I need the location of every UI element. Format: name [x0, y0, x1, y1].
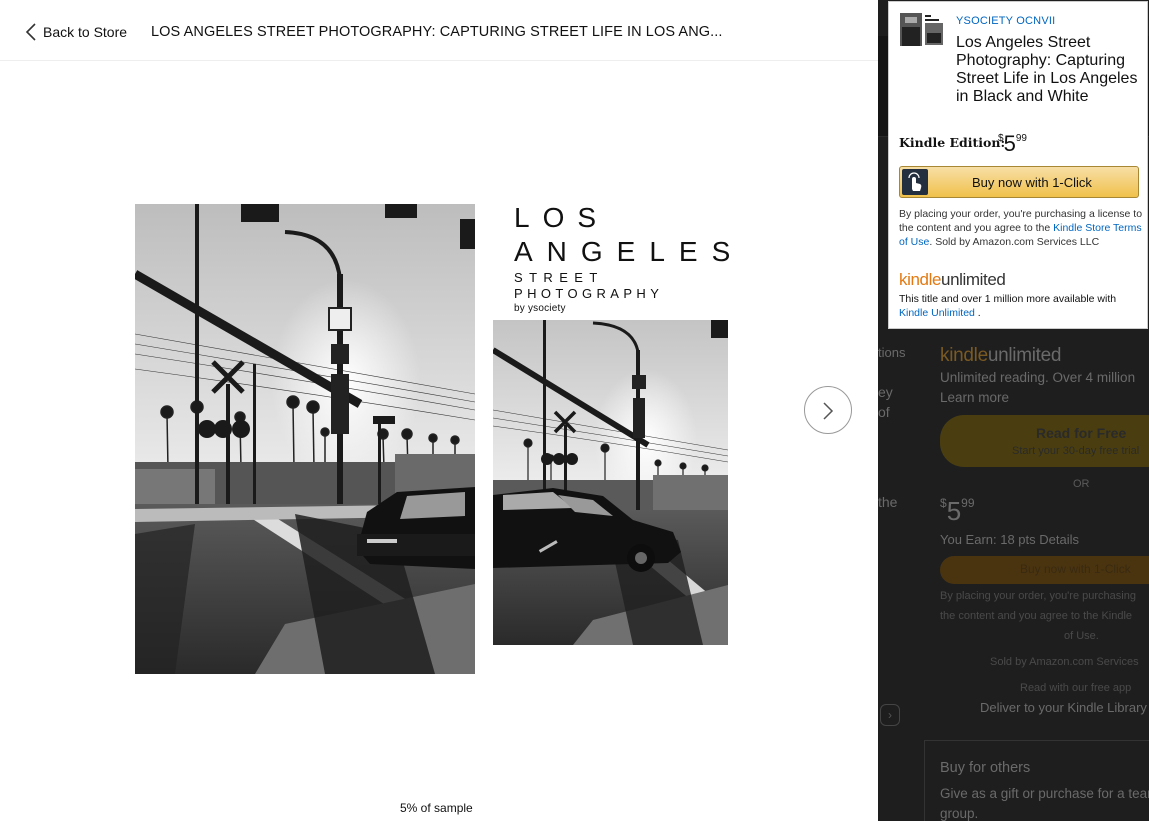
author-link[interactable]: YSOCIETY OCNVII — [956, 15, 1055, 27]
product-title: Los Angeles Street Photography: Capturin… — [956, 34, 1138, 105]
cover-title-angeles: ANGELES — [514, 236, 745, 267]
background-buy-button: Buy now with 1-Click — [940, 556, 1149, 584]
book-title: LOS ANGELES STREET PHOTOGRAPHY: CAPTURIN… — [151, 24, 723, 40]
cover-subtitle-street: STREET — [514, 270, 604, 285]
cover-title-los: LOS — [514, 202, 610, 233]
sample-progress: 5% of sample — [400, 801, 473, 815]
background-earn-points: You Earn: 18 pts Details — [940, 532, 1079, 547]
buy-now-1-click-button[interactable]: Buy now with 1-Click — [899, 166, 1139, 198]
cover-photo-left — [135, 204, 475, 674]
background-text-fragment: of — [878, 404, 890, 420]
background-legal: of Use. — [1064, 630, 1099, 642]
back-to-store-button[interactable]: Back to Store — [24, 22, 127, 42]
tap-hand-icon — [902, 169, 928, 195]
look-inside-reader: Back to Store LOS ANGELES STREET PHOTOGR… — [0, 0, 878, 821]
kindle-unlimited-text: This title and over 1 million more avail… — [899, 293, 1117, 319]
background-read-free-button: Read for Free Start your 30-day free tri… — [940, 415, 1149, 467]
background-gift-text: Give as a gift or purchase for a team or — [940, 786, 1149, 801]
background-scroll-arrow: › — [880, 704, 900, 726]
background-text-fragment: ey — [878, 384, 893, 400]
background-price: $599 — [940, 496, 975, 526]
kindle-unlimited-logo: kindleunlimited — [899, 270, 1006, 289]
background-gift-text: group. — [940, 806, 979, 821]
background-deliver: Deliver to your Kindle Library — [980, 700, 1147, 715]
page-spread: LOS ANGELES STREET PHOTOGRAPHY by ysocie… — [0, 61, 878, 821]
cover-photo-right — [493, 320, 728, 645]
book-thumbnail — [900, 13, 945, 48]
background-legal: the content and you agree to the Kindle — [940, 610, 1133, 622]
background-buy-for-others: Buy for others — [940, 760, 1031, 776]
background-sold-by: Sold by Amazon.com Services — [990, 656, 1139, 668]
next-page-button[interactable] — [804, 386, 852, 434]
purchase-legal-text: By placing your order, you're purchasing… — [899, 208, 1143, 248]
background-read-app: Read with our free app — [1020, 682, 1132, 694]
background-unlimited-reading: Unlimited reading. Over 4 million — [940, 370, 1136, 385]
background-text-fragment: tions — [878, 345, 906, 360]
background-legal: By placing your order, you're purchasing — [940, 590, 1136, 602]
cover-subtitle-photography: PHOTOGRAPHY — [514, 286, 664, 301]
cover-byline: by ysociety — [514, 303, 566, 314]
kindle-unlimited-link[interactable]: Kindle Unlimited — [899, 307, 975, 319]
background-or: OR — [1073, 478, 1090, 490]
background-text-fragment: the — [878, 494, 898, 510]
reader-header: Back to Store LOS ANGELES STREET PHOTOGR… — [0, 0, 878, 61]
background-learn-more: Learn more — [940, 390, 1010, 405]
edition-label: Kindle Edition: — [899, 135, 1006, 150]
chevron-left-icon — [25, 23, 36, 41]
cover-title-block: LOS ANGELES STREET PHOTOGRAPHY by ysocie… — [514, 202, 744, 316]
kindle-price: $599 — [998, 131, 1027, 156]
back-to-store-label: Back to Store — [43, 24, 128, 40]
buy-box-popover: YSOCIETY OCNVII Los Angeles Street Photo… — [888, 1, 1148, 329]
buy-now-label: Buy now with 1-Click — [972, 175, 1092, 190]
background-kindle-unlimited-logo: kindleunlimited — [940, 345, 1062, 366]
chevron-right-icon — [823, 402, 834, 420]
